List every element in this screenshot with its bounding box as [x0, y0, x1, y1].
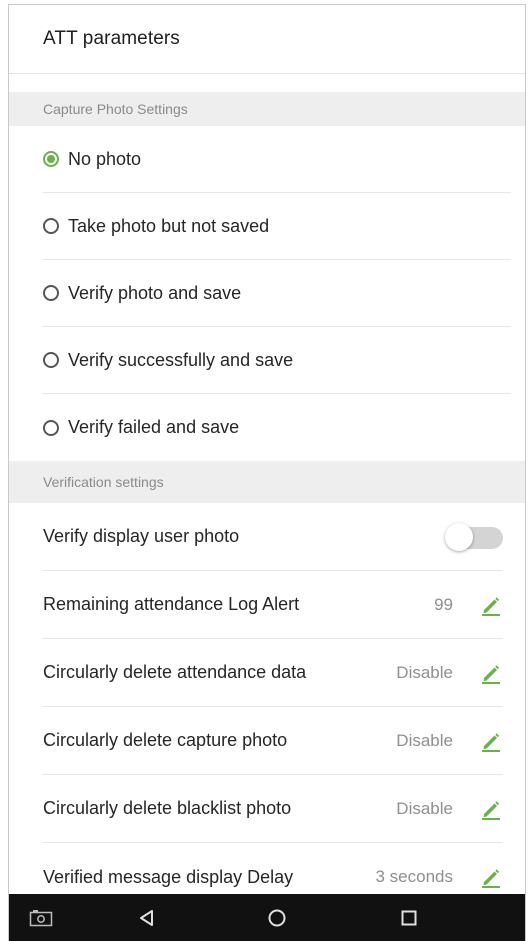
- setting-value: Disable: [396, 730, 453, 750]
- radio-button[interactable]: [43, 218, 59, 234]
- section-header-capture-photo: Capture Photo Settings: [9, 92, 525, 126]
- option-verify-success-save[interactable]: Verify successfully and save: [43, 327, 511, 394]
- setting-label: Remaining attendance Log Alert: [43, 594, 300, 614]
- setting-label: Circularly delete capture photo: [43, 730, 288, 750]
- setting-label: Verified message display Delay: [43, 866, 294, 887]
- option-take-photo-not-saved[interactable]: Take photo but not saved: [43, 193, 511, 260]
- screenshot-button[interactable]: [23, 894, 59, 941]
- option-verify-photo-save[interactable]: Verify photo and save: [43, 260, 511, 327]
- page-title: ATT parameters: [43, 28, 180, 49]
- home-icon: [268, 909, 286, 926]
- system-navigation-bar: [9, 894, 525, 941]
- radio-button[interactable]: [43, 285, 59, 301]
- setting-remaining-log-alert[interactable]: Remaining attendance Log Alert 99: [43, 571, 503, 639]
- radio-button-checked[interactable]: [43, 151, 59, 167]
- recents-button[interactable]: [389, 894, 429, 941]
- app-header: ATT parameters: [9, 5, 525, 74]
- setting-value: Disable: [396, 662, 453, 682]
- setting-label: Circularly delete blacklist photo: [43, 798, 292, 818]
- option-verify-failed-save[interactable]: Verify failed and save: [43, 394, 511, 461]
- option-no-photo[interactable]: No photo: [43, 126, 511, 193]
- section-title: Capture Photo Settings: [43, 101, 188, 117]
- radio-button[interactable]: [43, 419, 59, 436]
- radio-button[interactable]: [43, 352, 59, 368]
- option-label: Take photo but not saved: [68, 215, 270, 236]
- pencil-icon[interactable]: [479, 729, 503, 753]
- section-header-verification: Verification settings: [9, 461, 525, 503]
- app-window: ATT parameters Capture Photo Settings No…: [8, 4, 526, 941]
- setting-label: Circularly delete attendance data: [43, 662, 307, 682]
- setting-label: Verify display user photo: [43, 526, 240, 546]
- option-label: No photo: [68, 148, 142, 169]
- pencil-icon[interactable]: [479, 797, 503, 821]
- option-label: Verify photo and save: [68, 282, 242, 303]
- pencil-icon[interactable]: [479, 593, 503, 617]
- setting-circular-delete-blacklist[interactable]: Circularly delete blacklist photo Disabl…: [43, 775, 503, 843]
- back-icon: [140, 909, 153, 926]
- setting-value: 3 seconds: [375, 867, 454, 886]
- setting-circular-delete-capture[interactable]: Circularly delete capture photo Disable: [43, 707, 503, 775]
- back-button[interactable]: [127, 894, 167, 941]
- pencil-icon[interactable]: [479, 661, 503, 685]
- option-label: Verify successfully and save: [68, 349, 294, 370]
- home-button[interactable]: [257, 894, 297, 941]
- setting-verify-display-user-photo[interactable]: Verify display user photo: [43, 503, 503, 571]
- option-label: Verify failed and save: [68, 417, 240, 437]
- toggle-switch-off[interactable]: [445, 522, 503, 552]
- screenshot-icon: [29, 909, 53, 926]
- section-title: Verification settings: [43, 474, 164, 490]
- toggle-knob: [445, 522, 473, 551]
- setting-value: Disable: [396, 798, 453, 818]
- pencil-icon[interactable]: [479, 865, 503, 889]
- setting-value: 99: [434, 594, 453, 614]
- setting-circular-delete-attendance[interactable]: Circularly delete attendance data Disabl…: [43, 639, 503, 707]
- recents-icon: [401, 910, 417, 925]
